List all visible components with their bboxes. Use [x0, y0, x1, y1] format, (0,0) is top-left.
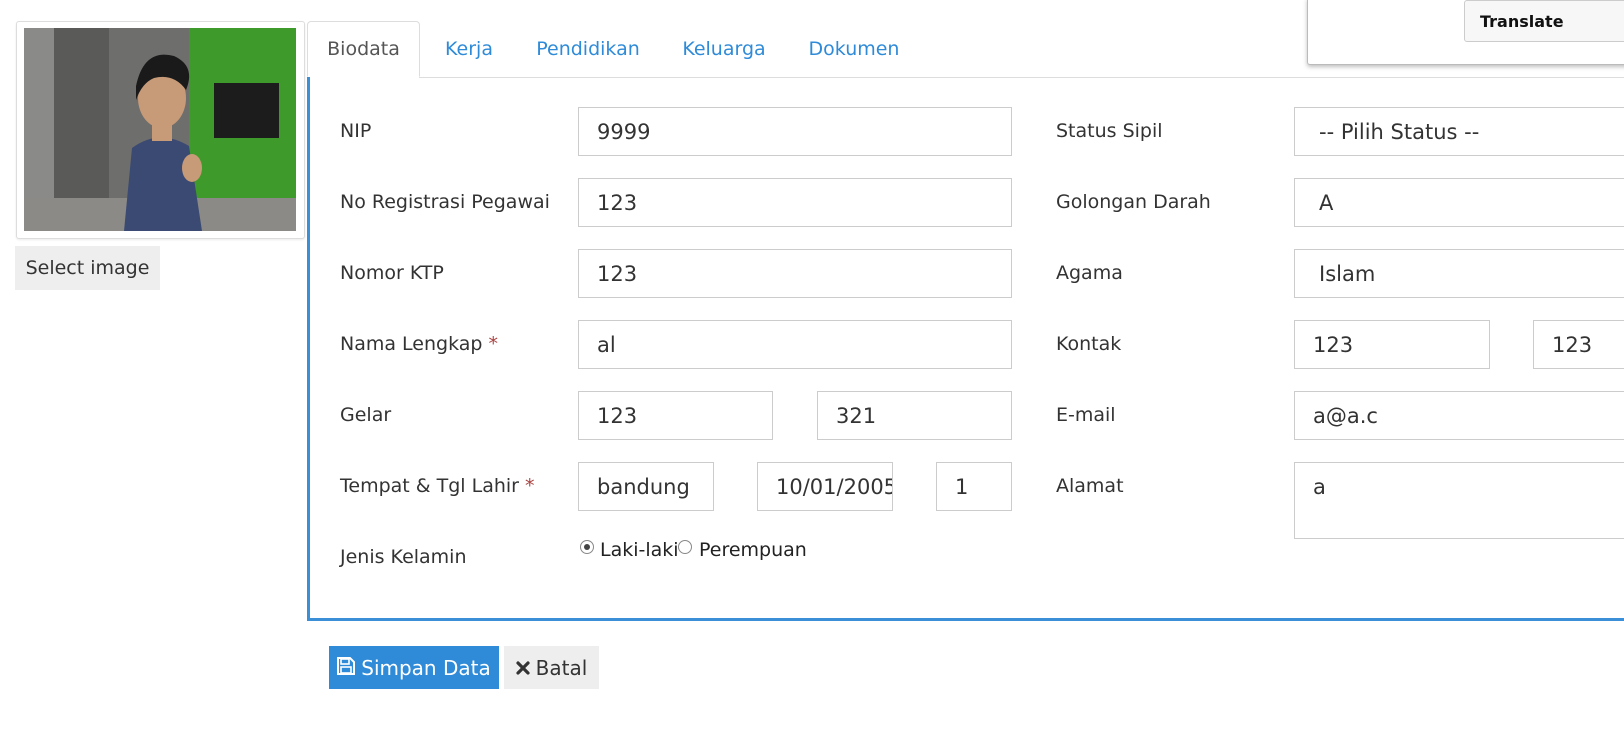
tab-dokumen[interactable]: Dokumen [799, 21, 909, 77]
required-mark: * [488, 333, 499, 355]
golongan-darah-select[interactable]: A [1294, 178, 1624, 227]
status-sipil-label: Status Sipil [1056, 120, 1163, 142]
nama-lengkap-label: Nama Lengkap * [340, 333, 499, 355]
tab-keluarga[interactable]: Keluarga [673, 21, 775, 77]
no-registrasi-input[interactable]: 123 [578, 178, 1012, 227]
cancel-label: Batal [535, 655, 588, 680]
close-icon [516, 656, 530, 680]
nomor-ktp-label: Nomor KTP [340, 262, 444, 284]
kontak-input-1[interactable]: 123 [1294, 320, 1490, 369]
tab-pendidikan[interactable]: Pendidikan [527, 21, 649, 77]
radio-perempuan[interactable] [678, 540, 692, 554]
gelar-label: Gelar [340, 404, 392, 426]
translate-button[interactable]: Translate [1464, 0, 1624, 42]
required-mark: * [525, 475, 535, 497]
nip-label: NIP [340, 120, 372, 142]
golongan-darah-label: Golongan Darah [1056, 191, 1211, 213]
nomor-ktp-input[interactable]: 123 [578, 249, 1012, 298]
tab-kerja[interactable]: Kerja [432, 21, 506, 77]
tanggal-lahir-input[interactable]: 10/01/2005 [757, 462, 893, 511]
kontak-label: Kontak [1056, 333, 1122, 355]
cancel-button[interactable]: Batal [504, 646, 599, 689]
no-registrasi-label: No Registrasi Pegawai [340, 191, 550, 213]
tempat-lahir-input[interactable]: bandung [578, 462, 714, 511]
save-icon [337, 656, 356, 680]
nip-input[interactable]: 9999 [578, 107, 1012, 156]
agama-select[interactable]: Islam [1294, 249, 1624, 298]
alamat-label: Alamat [1056, 475, 1124, 497]
save-button[interactable]: Simpan Data [329, 646, 499, 689]
profile-photo [24, 28, 296, 231]
status-sipil-select[interactable]: -- Pilih Status -- [1294, 107, 1624, 156]
perempuan-label[interactable]: Perempuan [699, 539, 807, 561]
kontak-input-2[interactable]: 123 [1533, 320, 1624, 369]
tab-biodata[interactable]: Biodata [307, 21, 420, 77]
email-input[interactable]: a@a.c [1294, 391, 1624, 440]
radio-laki-laki[interactable] [580, 540, 594, 554]
select-image-button[interactable]: Select image [15, 246, 160, 290]
gelar-depan-input[interactable]: 123 [578, 391, 773, 440]
gelar-belakang-input[interactable]: 321 [817, 391, 1012, 440]
laki-laki-label[interactable]: Laki-laki [600, 539, 679, 561]
nama-lengkap-input[interactable]: al [578, 320, 1012, 369]
alamat-textarea[interactable]: a [1294, 462, 1624, 539]
jenis-kelamin-label: Jenis Kelamin [340, 546, 467, 568]
agama-label: Agama [1056, 262, 1123, 284]
email-label: E-mail [1056, 404, 1116, 426]
tempat-tgl-extra-input[interactable]: 1 [936, 462, 1012, 511]
tempat-tgl-lahir-label: Tempat & Tgl Lahir * [340, 475, 535, 497]
save-label: Simpan Data [361, 655, 491, 680]
